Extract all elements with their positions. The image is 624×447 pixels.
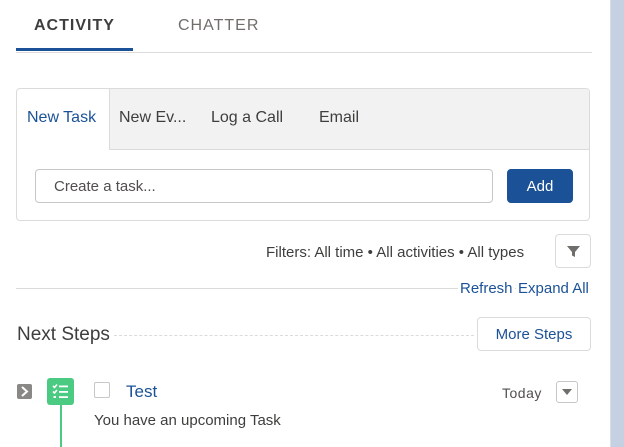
- activity-publisher: New Task New Ev... Log a Call Email Add: [16, 88, 590, 221]
- timeline-line: [60, 405, 62, 447]
- more-steps-button[interactable]: More Steps: [477, 317, 591, 351]
- funnel-icon: [567, 246, 580, 257]
- task-checklist-icon: [47, 378, 74, 405]
- filter-button[interactable]: [555, 234, 591, 268]
- chevron-right-icon: [21, 386, 29, 397]
- task-description: You have an upcoming Task: [94, 412, 281, 429]
- task-complete-checkbox[interactable]: [94, 382, 110, 398]
- next-steps-dotted-line: [114, 335, 474, 336]
- tab-new-event[interactable]: New Ev...: [119, 109, 186, 127]
- task-title-link[interactable]: Test: [126, 382, 157, 402]
- expand-all-link[interactable]: Expand All: [516, 280, 591, 297]
- create-task-input[interactable]: [35, 169, 493, 203]
- tab-new-task[interactable]: New Task: [27, 109, 96, 127]
- right-scroll-strip: [610, 0, 624, 447]
- tab-new-task-container[interactable]: New Task: [17, 89, 110, 150]
- add-button[interactable]: Add: [507, 169, 573, 203]
- task-actions-menu[interactable]: [556, 381, 578, 403]
- next-steps-title: Next Steps: [17, 324, 110, 345]
- tab-log-a-call[interactable]: Log a Call: [211, 109, 283, 127]
- activity-chatter-tabs: ACTIVITY CHATTER: [16, 0, 592, 53]
- chevron-down-icon: [562, 389, 572, 395]
- task-date: Today: [502, 385, 542, 401]
- filters-summary: Filters: All time • All activities • All…: [266, 244, 525, 261]
- tab-email[interactable]: Email: [319, 109, 359, 127]
- tab-activity[interactable]: ACTIVITY: [34, 17, 115, 35]
- refresh-link[interactable]: Refresh: [458, 280, 515, 297]
- publisher-tab-bar: New Task New Ev... Log a Call Email: [17, 89, 589, 150]
- expand-task-button[interactable]: [17, 384, 32, 399]
- tab-chatter[interactable]: CHATTER: [178, 17, 259, 35]
- active-tab-indicator: [16, 48, 133, 51]
